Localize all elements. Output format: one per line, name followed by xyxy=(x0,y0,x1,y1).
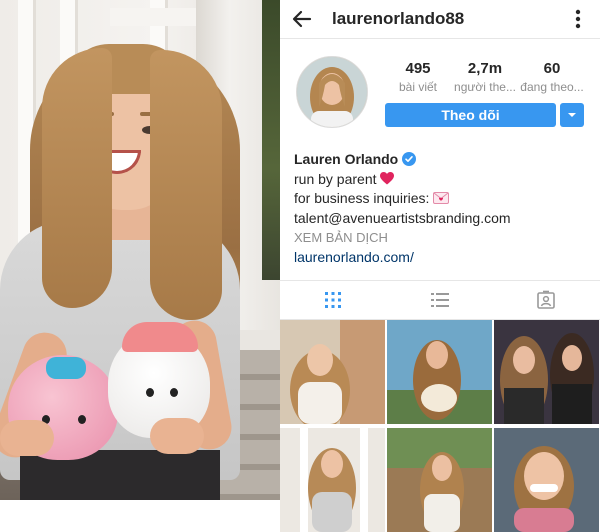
post-thumbnail[interactable] xyxy=(494,320,599,424)
profile-photo-large xyxy=(0,0,280,500)
bio-line-3: talent@avenueartistsbranding.com xyxy=(294,209,511,226)
post-thumbnail[interactable] xyxy=(280,428,385,532)
stat-followers-value: 2,7m xyxy=(467,60,503,77)
more-vertical-icon[interactable] xyxy=(568,7,588,31)
stat-followers-label: người the... xyxy=(454,80,516,94)
chevron-down-icon xyxy=(568,113,576,117)
stat-following-label: đang theo... xyxy=(520,80,584,94)
top-bar: laurenorlando88 xyxy=(280,0,600,39)
post-thumbnail[interactable] xyxy=(494,428,599,532)
avatar[interactable] xyxy=(296,56,368,128)
love-letter-emoji xyxy=(433,190,450,206)
username-title: laurenorlando88 xyxy=(332,9,465,28)
stat-posts-value: 495 xyxy=(405,60,431,77)
website-link[interactable]: laurenorlando.com/ xyxy=(294,248,594,268)
bio-section: Lauren Orlando run by parent for busines… xyxy=(294,150,594,267)
stat-followers[interactable]: 2,7m người the... xyxy=(449,60,521,94)
post-thumbnail[interactable] xyxy=(387,428,492,532)
bio-line-2: for business inquiries: xyxy=(294,190,430,206)
post-thumbnail[interactable] xyxy=(387,320,492,424)
grid-icon[interactable] xyxy=(323,290,343,310)
translate-link[interactable]: XEM BẢN DỊCH xyxy=(294,228,594,248)
post-thumbnail[interactable] xyxy=(280,320,385,424)
tagged-icon[interactable] xyxy=(536,290,556,310)
stat-posts-label: bài viết xyxy=(398,80,438,94)
arrow-left-icon[interactable] xyxy=(290,7,314,31)
suggested-dropdown-button[interactable] xyxy=(560,103,584,127)
heart-emoji xyxy=(380,171,395,187)
stat-following[interactable]: 60 đang theo... xyxy=(516,60,588,94)
profile-name: Lauren Orlando xyxy=(294,151,399,167)
bio-line-1: run by parent xyxy=(294,170,377,187)
profile-panel: laurenorlando88 495 bài viết 2,7m người … xyxy=(280,0,600,532)
profile-tabs xyxy=(280,280,600,320)
stat-following-value: 60 xyxy=(543,60,561,77)
list-icon[interactable] xyxy=(430,290,450,310)
stat-posts[interactable]: 495 bài viết xyxy=(382,60,454,94)
verified-badge-icon xyxy=(402,152,417,166)
follow-button[interactable]: Theo dõi xyxy=(385,103,556,127)
